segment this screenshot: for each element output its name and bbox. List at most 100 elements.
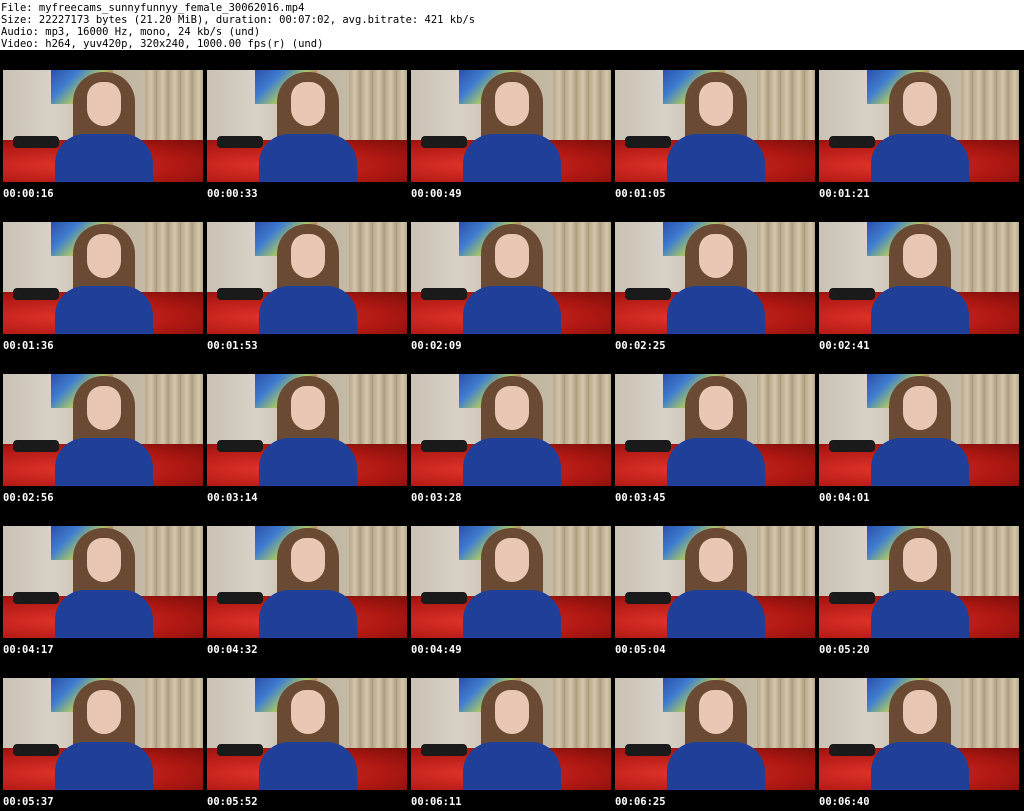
thumbnail-timestamp: 00:00:49 [411,188,462,200]
video-frame-thumbnail [615,222,815,334]
pillow [13,136,59,148]
thumbnail-tile: 00:03:45 [613,354,817,506]
person-body [259,590,357,638]
pillow [625,440,671,452]
thumbnail-timestamp: 00:03:14 [207,492,258,504]
thumbnail-tile: 00:02:41 [817,202,1021,354]
person-face [495,690,529,734]
person-body [871,590,969,638]
thumbnail-tile: 00:01:36 [1,202,205,354]
pillow [217,592,263,604]
thumbnail-timestamp: 00:02:25 [615,340,666,352]
curtain [145,70,203,150]
pillow [829,136,875,148]
curtain [757,526,815,606]
thumbnail-tile: 00:04:01 [817,354,1021,506]
pillow [625,592,671,604]
file-info-header: File: myfreecams_sunnyfunnyy_female_3006… [0,0,1024,50]
person-body [667,742,765,790]
person-body [667,590,765,638]
thumbnail-tile: 00:03:14 [205,354,409,506]
person-body [871,438,969,486]
person-body [871,134,969,182]
person-face [495,386,529,430]
thumbnail-timestamp: 00:01:05 [615,188,666,200]
thumbnail-tile: 00:05:37 [1,658,205,810]
thumbnail-timestamp: 00:06:11 [411,796,462,808]
person-face [903,386,937,430]
video-frame-thumbnail [819,526,1019,638]
pillow [829,744,875,756]
video-frame-thumbnail [3,70,203,182]
thumbnail-tile: 00:00:33 [205,50,409,202]
person-body [667,134,765,182]
curtain [349,374,407,454]
video-frame-thumbnail [615,70,815,182]
curtain [553,678,611,758]
thumbnail-timestamp: 00:04:01 [819,492,870,504]
thumbnail-tile: 00:05:20 [817,506,1021,658]
thumbnail-timestamp: 00:04:17 [3,644,54,656]
thumbnail-tile: 00:03:28 [409,354,613,506]
curtain [553,526,611,606]
pillow [625,744,671,756]
pillow [421,136,467,148]
person-body [463,742,561,790]
person-face [87,690,121,734]
person-body [667,438,765,486]
person-body [463,590,561,638]
curtain [349,70,407,150]
person-face [495,234,529,278]
file-name-line: File: myfreecams_sunnyfunnyy_female_3006… [1,2,305,14]
thumbnail-timestamp: 00:01:53 [207,340,258,352]
curtain [757,70,815,150]
thumbnail-timestamp: 00:04:49 [411,644,462,656]
video-frame-thumbnail [615,526,815,638]
person-face [903,82,937,126]
thumbnail-tile: 00:01:21 [817,50,1021,202]
thumbnail-timestamp: 00:02:56 [3,492,54,504]
video-frame-thumbnail [411,374,611,486]
curtain [145,374,203,454]
video-frame-thumbnail [411,70,611,182]
person-face [699,82,733,126]
thumbnail-timestamp: 00:04:32 [207,644,258,656]
video-frame-thumbnail [207,222,407,334]
pillow [13,288,59,300]
thumbnail-tile: 00:01:53 [205,202,409,354]
thumbnail-tile: 00:05:04 [613,506,817,658]
thumbnail-tile: 00:00:49 [409,50,613,202]
pillow [829,288,875,300]
pillow [829,440,875,452]
pillow [13,744,59,756]
curtain [145,526,203,606]
thumbnail-tile: 00:00:16 [1,50,205,202]
thumbnail-tile: 00:05:52 [205,658,409,810]
person-body [259,286,357,334]
person-body [871,742,969,790]
person-face [699,386,733,430]
person-face [291,386,325,430]
curtain [349,526,407,606]
video-info-line: Video: h264, yuv420p, 320x240, 1000.00 f… [1,38,324,50]
thumbnail-timestamp: 00:05:37 [3,796,54,808]
video-frame-thumbnail [207,526,407,638]
thumbnail-tile: 00:02:09 [409,202,613,354]
thumbnail-timestamp: 00:01:21 [819,188,870,200]
curtain [757,678,815,758]
person-body [259,742,357,790]
pillow [625,288,671,300]
person-body [55,742,153,790]
thumbnail-timestamp: 00:00:33 [207,188,258,200]
person-face [87,538,121,582]
thumbnail-timestamp: 00:05:04 [615,644,666,656]
thumbnail-timestamp: 00:06:40 [819,796,870,808]
person-body [55,438,153,486]
pillow [421,288,467,300]
video-frame-thumbnail [3,678,203,790]
thumbnail-timestamp: 00:03:28 [411,492,462,504]
thumbnail-timestamp: 00:05:52 [207,796,258,808]
thumbnail-timestamp: 00:06:25 [615,796,666,808]
audio-info-line: Audio: mp3, 16000 Hz, mono, 24 kb/s (und… [1,26,261,38]
pillow [217,288,263,300]
